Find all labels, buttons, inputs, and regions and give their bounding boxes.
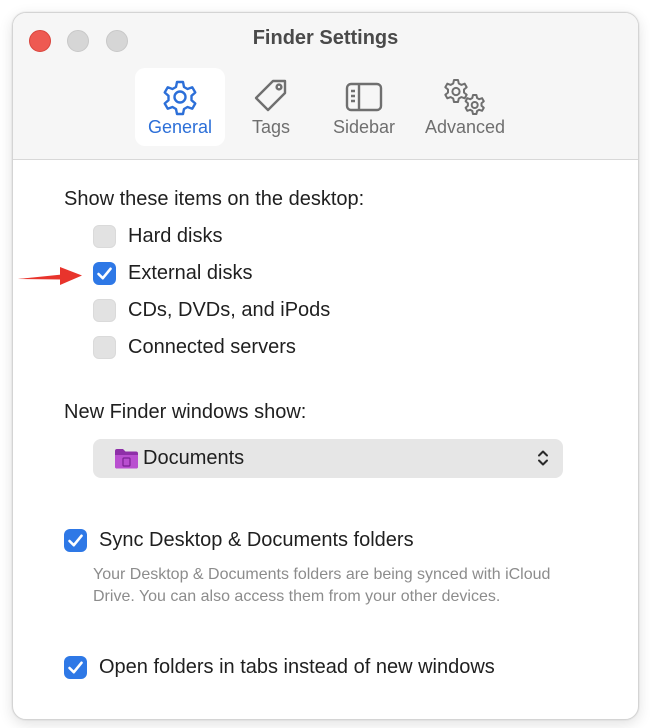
new-windows-value: Documents: [143, 447, 245, 469]
label-external-disks[interactable]: External disks: [128, 262, 253, 285]
tab-general[interactable]: General: [135, 68, 225, 146]
tab-tags-label: Tags: [251, 117, 291, 137]
checkbox-open-in-tabs[interactable]: [64, 656, 87, 679]
label-hard-disks[interactable]: Hard disks: [128, 225, 222, 248]
tab-tags[interactable]: Tags: [241, 68, 301, 146]
label-open-in-tabs[interactable]: Open folders in tabs instead of new wind…: [99, 656, 495, 679]
tab-sidebar[interactable]: Sidebar: [321, 68, 407, 146]
sync-description: Your Desktop & Documents folders are bei…: [93, 566, 551, 605]
checkmark-icon: [68, 661, 83, 674]
folder-icon: [115, 449, 138, 469]
tag-icon: [254, 79, 287, 112]
tab-advanced[interactable]: Advanced: [417, 68, 513, 146]
label-connected-servers[interactable]: Connected servers: [128, 336, 296, 359]
settings-window: Finder Settings General Tags Sidebar Adv…: [12, 12, 639, 720]
toolbar: Finder Settings General Tags Sidebar Adv…: [13, 13, 638, 160]
label-sync-desktop-documents[interactable]: Sync Desktop & Documents folders: [99, 529, 414, 552]
checkmark-icon: [68, 534, 83, 547]
new-windows-heading: New Finder windows show:: [64, 401, 307, 423]
checkbox-cds-dvds-ipods[interactable]: [93, 299, 116, 322]
new-windows-popup[interactable]: Documents: [93, 439, 563, 478]
checkmark-icon: [97, 267, 112, 280]
tab-sidebar-label: Sidebar: [332, 117, 396, 137]
checkbox-connected-servers[interactable]: [93, 336, 116, 359]
window-title: Finder Settings: [252, 27, 399, 49]
chevron-up-down-icon: [538, 450, 548, 466]
checkbox-hard-disks[interactable]: [93, 225, 116, 248]
sidebar-icon: [345, 82, 383, 112]
checkbox-sync-desktop-documents[interactable]: [64, 529, 87, 552]
checkbox-external-disks[interactable]: [93, 262, 116, 285]
tab-general-label: General: [147, 117, 213, 137]
gear-icon: [163, 80, 197, 116]
desktop-items-heading: Show these items on the desktop:: [64, 188, 365, 210]
tab-advanced-label: Advanced: [424, 117, 506, 137]
label-cds-dvds-ipods[interactable]: CDs, DVDs, and iPods: [128, 299, 330, 322]
gears-icon: [444, 79, 485, 115]
annotation-arrow-icon: [18, 267, 82, 285]
